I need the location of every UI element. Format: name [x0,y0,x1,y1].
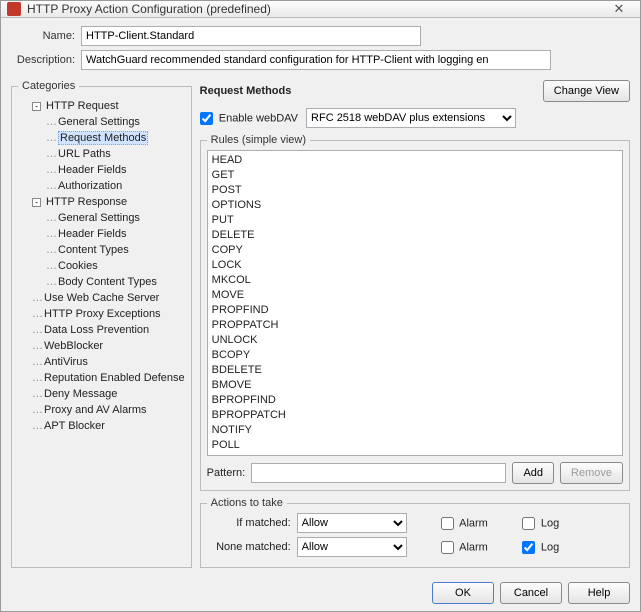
tree-item[interactable]: …Request Methods [18,130,185,146]
tree-item[interactable]: …Header Fields [18,226,185,242]
tree-item[interactable]: …APT Blocker [18,418,185,434]
main-split: Categories - HTTP Request…General Settin… [11,80,630,568]
tree-toggle-icon[interactable]: - [32,102,41,111]
if-matched-alarm[interactable]: Alarm [441,517,488,530]
change-view-button[interactable]: Change View [543,80,630,102]
tree-item[interactable]: …HTTP Proxy Exceptions [18,306,185,322]
titlebar: HTTP Proxy Action Configuration (predefi… [1,1,640,18]
none-matched-row: None matched: Allow Alarm Log [207,537,623,557]
list-item[interactable]: BMOVE [212,378,618,393]
right-header: Request Methods Change View [200,80,630,102]
list-item[interactable]: BPROPFIND [212,393,618,408]
list-item[interactable]: MKCOL [212,273,618,288]
pattern-label: Pattern: [207,467,246,479]
pattern-row: Pattern: Add Remove [207,456,623,484]
actions-group: Actions to take If matched: Allow Alarm … [200,497,630,568]
tree-item[interactable]: …Body Content Types [18,274,185,290]
tree-item[interactable]: …URL Paths [18,146,185,162]
list-item[interactable]: POST [212,183,618,198]
list-item[interactable]: PROPFIND [212,303,618,318]
tree-item[interactable]: …Cookies [18,258,185,274]
rules-listbox[interactable]: HEADGETPOSTOPTIONSPUTDELETECOPYLOCKMKCOL… [207,150,623,456]
none-matched-log[interactable]: Log [522,541,559,554]
none-matched-select[interactable]: Allow [297,537,407,557]
footer: OK Cancel Help [1,574,640,612]
list-item[interactable]: BCOPY [212,348,618,363]
right-pane: Request Methods Change View Enable webDA… [200,80,630,568]
description-label: Description: [11,54,81,66]
description-row: Description: [11,50,630,70]
tree-item[interactable]: …General Settings [18,210,185,226]
tree-item[interactable]: …Header Fields [18,162,185,178]
name-row: Name: [11,26,630,46]
categories-legend: Categories [18,80,79,92]
cancel-button[interactable]: Cancel [500,582,562,604]
enable-webdav-row: Enable webDAV RFC 2518 webDAV plus exten… [200,108,630,128]
list-item[interactable]: PUT [212,213,618,228]
app-icon [7,2,21,16]
if-matched-row: If matched: Allow Alarm Log [207,513,623,533]
tree-item[interactable]: …Deny Message [18,386,185,402]
list-item[interactable]: DELETE [212,228,618,243]
list-item[interactable]: NOTIFY [212,423,618,438]
list-item[interactable]: COPY [212,243,618,258]
tree-toggle-icon[interactable]: - [32,198,41,207]
client-area: Name: Description: Categories - HTTP Req… [1,18,640,574]
tree-item[interactable]: …Data Loss Prevention [18,322,185,338]
description-field[interactable] [81,50,551,70]
actions-legend: Actions to take [207,497,287,509]
tree-item[interactable]: …Use Web Cache Server [18,290,185,306]
section-heading: Request Methods [200,85,543,97]
enable-webdav-checkbox-label[interactable]: Enable webDAV [200,112,298,125]
tree-item[interactable]: …Reputation Enabled Defense [18,370,185,386]
rules-legend: Rules (simple view) [207,134,310,146]
categories-group: Categories - HTTP Request…General Settin… [11,80,192,568]
tree-item[interactable]: …Authorization [18,178,185,194]
list-item[interactable]: BDELETE [212,363,618,378]
tree-branch[interactable]: - HTTP Response [18,194,185,210]
dialog-window: HTTP Proxy Action Configuration (predefi… [0,0,641,612]
categories-tree[interactable]: - HTTP Request…General Settings…Request … [18,96,185,561]
add-button[interactable]: Add [512,462,554,484]
none-matched-alarm[interactable]: Alarm [441,541,488,554]
enable-webdav-label: Enable webDAV [219,112,298,124]
enable-webdav-checkbox[interactable] [200,112,213,125]
if-matched-log[interactable]: Log [522,517,559,530]
pattern-input[interactable] [251,463,506,483]
list-item[interactable]: GET [212,168,618,183]
list-item[interactable]: HEAD [212,153,618,168]
list-item[interactable]: LOCK [212,258,618,273]
list-item[interactable]: BPROPPATCH [212,408,618,423]
tree-item[interactable]: …General Settings [18,114,185,130]
remove-button[interactable]: Remove [560,462,623,484]
list-item[interactable]: OPTIONS [212,198,618,213]
ok-button[interactable]: OK [432,582,494,604]
if-matched-label: If matched: [207,517,291,529]
help-button[interactable]: Help [568,582,630,604]
name-field[interactable] [81,26,421,46]
list-item[interactable]: MOVE [212,288,618,303]
name-label: Name: [11,30,81,42]
tree-item[interactable]: …Content Types [18,242,185,258]
webdav-mode-select[interactable]: RFC 2518 webDAV plus extensions [306,108,516,128]
close-icon[interactable]: ✕ [604,1,634,17]
tree-item[interactable]: …AntiVirus [18,354,185,370]
rules-group: Rules (simple view) HEADGETPOSTOPTIONSPU… [200,134,630,491]
none-matched-label: None matched: [207,541,291,553]
list-item[interactable]: UNLOCK [212,333,618,348]
list-item[interactable]: POLL [212,438,618,453]
if-matched-select[interactable]: Allow [297,513,407,533]
list-item[interactable]: PROPPATCH [212,318,618,333]
tree-item[interactable]: …WebBlocker [18,338,185,354]
tree-item[interactable]: …Proxy and AV Alarms [18,402,185,418]
tree-branch[interactable]: - HTTP Request [18,98,185,114]
window-title: HTTP Proxy Action Configuration (predefi… [27,2,604,16]
